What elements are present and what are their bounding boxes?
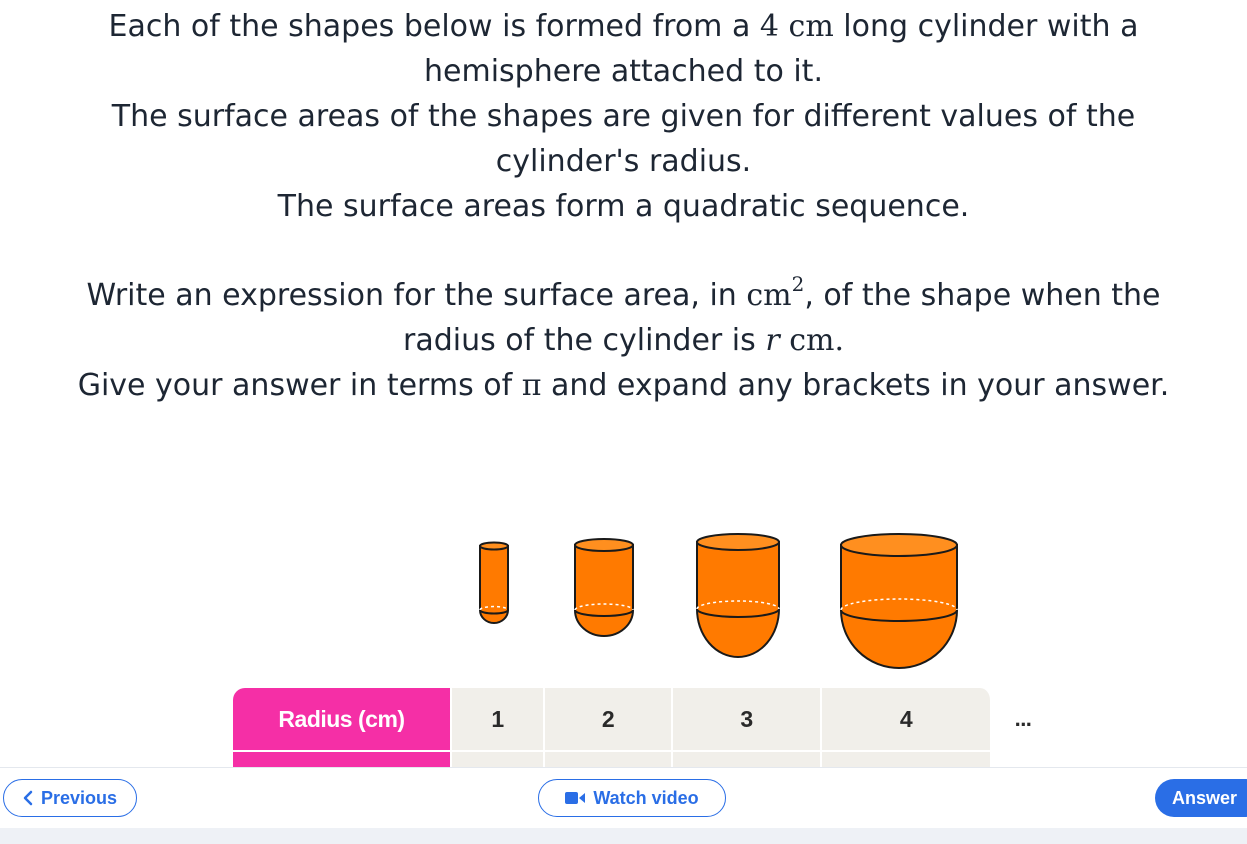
question-text-span: Each of the shapes below is formed from … [108,9,760,44]
question-text-span: , of the shape when the [804,278,1161,313]
answer-label: Answer [1172,787,1238,808]
previous-label: Previous [40,787,118,808]
question-line-8: Give your answer in terms of π and expan… [0,363,1247,408]
table-ellipsis: ... [992,688,1056,752]
question-line-7: radius of the cylinder is r cm. [0,318,1247,363]
pi-symbol: π [521,368,542,403]
answer-button[interactable]: Answer [1155,779,1247,817]
area-unit-base: cm [746,278,792,313]
watch-video-label: Watch video [593,787,699,808]
question-text-span: Give your answer in terms of [77,368,522,403]
table-cell-radius: 4 [822,688,992,752]
shape-radius-4 [840,533,958,669]
question-line-6: Write an expression for the surface area… [0,273,1247,318]
table-header-radius: Radius (cm) [233,688,452,752]
shapes-illustration [479,533,958,669]
question-line-1: Each of the shapes below is formed from … [0,4,1247,49]
shape-radius-1 [479,541,509,624]
area-unit-exponent: 2 [791,272,805,296]
area-unit: cm2 [746,274,804,313]
length-unit: cm [788,9,834,44]
length-number: 4 [759,9,779,44]
question-line-3: The surface areas of the shapes are give… [111,99,1136,134]
question-text-span: long cylinder with a [833,9,1139,44]
radius-symbol: r [765,323,780,358]
table-cell-radius: 2 [545,688,673,752]
shape-radius-3 [696,533,780,658]
table-cell-radius: 3 [673,688,822,752]
footer-bar: Previous Watch video Answer [0,767,1247,844]
radius-unit: cm. [789,323,844,358]
question-text-span: and expand any brackets in your answer. [541,368,1170,403]
question-text-span: Write an expression for the surface area… [86,278,747,313]
video-camera-icon [565,791,586,805]
question-text-span: radius of the cylinder is [403,323,766,358]
shape-radius-2 [574,538,634,637]
watch-video-button[interactable]: Watch video [538,779,726,817]
question-line-2: hemisphere attached to it. [424,54,823,89]
footer-shade [0,828,1247,844]
table-row: Radius (cm) 1 2 3 4 ... [233,688,1056,752]
question-text: Each of the shapes below is formed from … [0,4,1247,408]
table-cell-radius: 1 [452,688,545,752]
chevron-left-icon [23,790,33,806]
question-line-4: cylinder's radius. [495,144,752,179]
previous-button[interactable]: Previous [3,779,137,817]
question-line-5: The surface areas form a quadratic seque… [277,189,970,224]
radius-variable: r cm. [765,323,844,358]
length-value: 4 cm [760,9,834,44]
